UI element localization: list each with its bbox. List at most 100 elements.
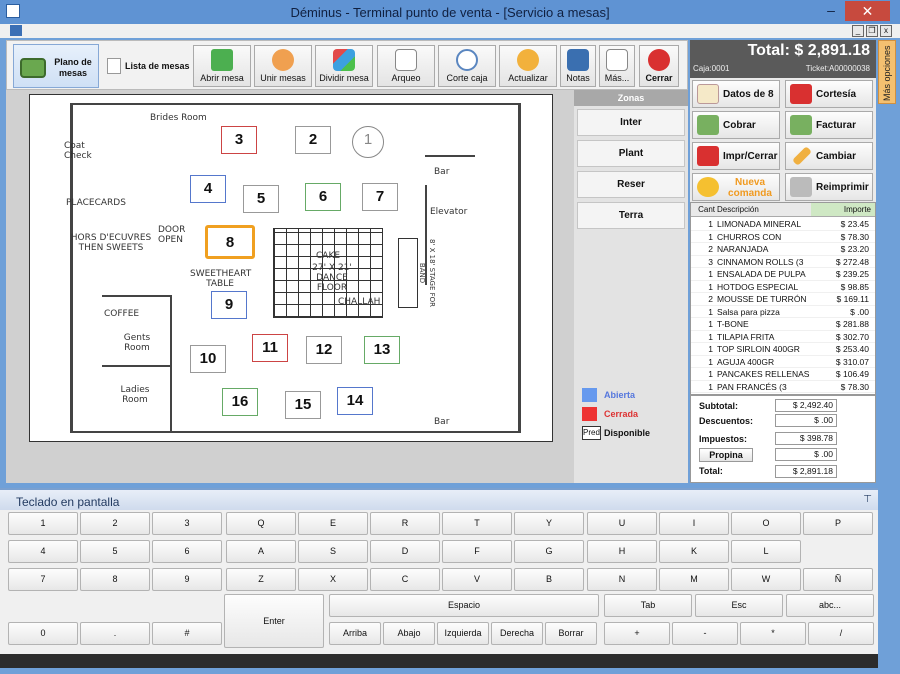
new-order-button[interactable]: Nueva comanda	[692, 173, 780, 201]
cash-count-button[interactable]: Arqueo	[377, 45, 435, 87]
key-+[interactable]: +	[604, 622, 670, 645]
order-row[interactable]: 1 PANCAKES RELLENAS $ 106.49	[691, 368, 875, 381]
key-esc[interactable]: Esc	[695, 594, 783, 617]
key-2[interactable]: 2	[80, 512, 150, 535]
order-row[interactable]: 1 TOP SIRLOIN 400GR $ 253.40	[691, 343, 875, 356]
mdi-restore-icon[interactable]: ❐	[866, 25, 878, 37]
key-1[interactable]: 1	[8, 512, 78, 535]
key-borrar[interactable]: Borrar	[545, 622, 597, 645]
order-row[interactable]: 1 PAN FRANCÉS (3 $ 78.30	[691, 381, 875, 393]
key-enter[interactable]: Enter	[224, 594, 324, 648]
key-space[interactable]: Espacio	[329, 594, 599, 617]
courtesy-button[interactable]: Cortesía	[785, 80, 873, 108]
order-row[interactable]: 1 LIMONADA MINERAL $ 23.45	[691, 218, 875, 231]
key-0[interactable]: 0	[8, 622, 78, 645]
key-arriba[interactable]: Arriba	[329, 622, 381, 645]
key-tab[interactable]: Tab	[604, 594, 692, 617]
minimize-button[interactable]: –	[818, 2, 844, 20]
reprint-button[interactable]: Reimprimir	[785, 173, 873, 201]
order-row[interactable]: 3 CINNAMON ROLLS (3 $ 272.48	[691, 256, 875, 268]
table-5[interactable]: 5	[243, 185, 279, 213]
key-#[interactable]: #	[152, 622, 222, 645]
table-13[interactable]: 13	[364, 336, 400, 364]
open-table-button[interactable]: Abrir mesa	[193, 45, 251, 87]
mdi-close-icon[interactable]: x	[880, 25, 892, 37]
key-izquierda[interactable]: Izquierda	[437, 622, 489, 645]
refresh-button[interactable]: Actualizar	[499, 45, 557, 87]
key-6[interactable]: 6	[152, 540, 222, 563]
table-12[interactable]: 12	[306, 336, 342, 364]
zone-plant-button[interactable]: Plant	[577, 140, 685, 167]
key-x[interactable]: X	[298, 568, 368, 591]
split-table-button[interactable]: Dividir mesa	[315, 45, 373, 87]
print-close-button[interactable]: Impr/Cerrar	[692, 142, 780, 170]
table-6[interactable]: 6	[305, 183, 341, 211]
key-7[interactable]: 7	[8, 568, 78, 591]
key-*[interactable]: *	[740, 622, 806, 645]
key-f[interactable]: F	[442, 540, 512, 563]
key-z[interactable]: Z	[226, 568, 296, 591]
table-3[interactable]: 3	[221, 126, 257, 154]
key-3[interactable]: 3	[152, 512, 222, 535]
table-14[interactable]: 14	[337, 387, 373, 415]
key-5[interactable]: 5	[80, 540, 150, 563]
key-h[interactable]: H	[587, 540, 657, 563]
more-button[interactable]: Más...	[599, 45, 635, 87]
key-c[interactable]: C	[370, 568, 440, 591]
order-row[interactable]: 1 ENSALADA DE PULPA $ 239.25	[691, 268, 875, 281]
key-e[interactable]: E	[298, 512, 368, 535]
key-.[interactable]: .	[80, 622, 150, 645]
key-s[interactable]: S	[298, 540, 368, 563]
notes-button[interactable]: Notas	[560, 45, 596, 87]
table-2[interactable]: 2	[295, 126, 331, 154]
key-4[interactable]: 4	[8, 540, 78, 563]
order-row[interactable]: 1 TILAPIA FRITA $ 302.70	[691, 331, 875, 343]
key-abajo[interactable]: Abajo	[383, 622, 435, 645]
change-button[interactable]: Cambiar	[785, 142, 873, 170]
table-8[interactable]: 8	[205, 225, 255, 259]
key-p[interactable]: P	[803, 512, 873, 535]
key-derecha[interactable]: Derecha	[491, 622, 543, 645]
mdi-minimize-icon[interactable]: _	[852, 25, 864, 37]
close-window-button[interactable]: ✕	[845, 1, 890, 21]
table-16[interactable]: 16	[222, 388, 258, 416]
key-q[interactable]: Q	[226, 512, 296, 535]
table-1[interactable]: 1	[352, 126, 384, 158]
close-button[interactable]: Cerrar	[639, 45, 679, 87]
key-o[interactable]: O	[731, 512, 801, 535]
table-7[interactable]: 7	[362, 183, 398, 211]
order-row[interactable]: 1 AGUJA 400GR $ 310.07	[691, 356, 875, 368]
table-data-button[interactable]: Datos de 8	[692, 80, 780, 108]
key-ñ[interactable]: Ñ	[803, 568, 873, 591]
key-u[interactable]: U	[587, 512, 657, 535]
zone-inter-button[interactable]: Inter	[577, 109, 685, 136]
key-t[interactable]: T	[442, 512, 512, 535]
key-b[interactable]: B	[514, 568, 584, 591]
key-v[interactable]: V	[442, 568, 512, 591]
key-a[interactable]: A	[226, 540, 296, 563]
order-row[interactable]: 1 CHURROS CON $ 78.30	[691, 231, 875, 243]
key-y[interactable]: Y	[514, 512, 584, 535]
key--[interactable]: -	[672, 622, 738, 645]
key-abc[interactable]: abc...	[786, 594, 874, 617]
key-w[interactable]: W	[731, 568, 801, 591]
view-floorplan-button[interactable]: Plano de mesas	[13, 44, 99, 88]
order-row[interactable]: 2 NARANJADA $ 23.20	[691, 243, 875, 256]
key-l[interactable]: L	[731, 540, 801, 563]
order-row[interactable]: 1 T-BONE $ 281.88	[691, 318, 875, 331]
key-8[interactable]: 8	[80, 568, 150, 591]
order-row[interactable]: 1 Salsa para pizza $ .00	[691, 306, 875, 318]
charge-button[interactable]: Cobrar	[692, 111, 780, 139]
key-n[interactable]: N	[587, 568, 657, 591]
order-row[interactable]: 1 HOTDOG ESPECIAL $ 98.85	[691, 281, 875, 293]
key-d[interactable]: D	[370, 540, 440, 563]
table-9[interactable]: 9	[211, 291, 247, 319]
key-g[interactable]: G	[514, 540, 584, 563]
key-r[interactable]: R	[370, 512, 440, 535]
zone-terra-button[interactable]: Terra	[577, 202, 685, 229]
key-k[interactable]: K	[659, 540, 729, 563]
view-list-button[interactable]: Lista de mesas	[103, 44, 193, 88]
zone-reser-button[interactable]: Reser	[577, 171, 685, 198]
table-10[interactable]: 10	[190, 345, 226, 373]
pin-icon[interactable]: ⊤	[863, 494, 872, 505]
